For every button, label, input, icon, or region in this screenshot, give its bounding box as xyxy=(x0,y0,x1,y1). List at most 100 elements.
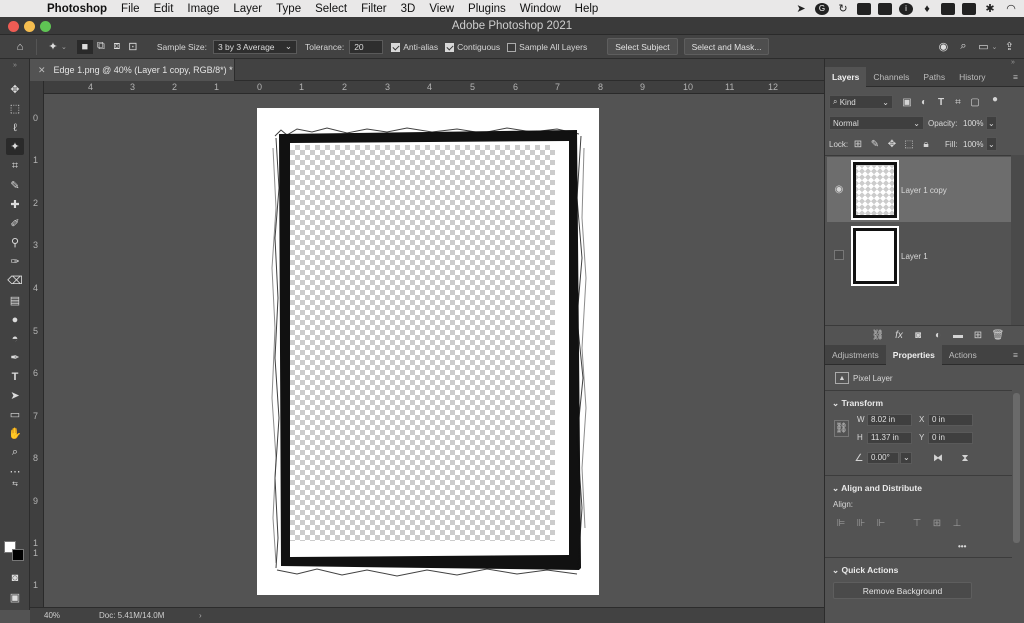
flip-horizontal-icon[interactable]: ⧓ xyxy=(931,452,945,464)
hand-tool-icon[interactable]: ✋ xyxy=(6,425,24,442)
fill-chevron-icon[interactable]: ⌄ xyxy=(986,137,997,151)
visibility-toggle[interactable] xyxy=(834,250,844,260)
gradient-tool-icon[interactable]: ▤ xyxy=(6,292,24,309)
menu-window[interactable]: Window xyxy=(513,3,568,15)
zoom-level[interactable]: 40% xyxy=(44,611,99,620)
remove-background-button[interactable]: Remove Background xyxy=(833,582,972,599)
chevron-right-icon[interactable]: › xyxy=(199,611,202,620)
menu-file[interactable]: File xyxy=(114,3,147,15)
layer-filter-kind[interactable]: ⌕ Kind ⌄ xyxy=(829,95,893,109)
close-tab-icon[interactable]: ✕ xyxy=(38,65,46,76)
new-layer-icon[interactable]: ⊞ xyxy=(972,329,984,341)
x-input[interactable]: 0 in xyxy=(928,414,973,426)
sample-size-select[interactable]: 3 by 3 Average ⌄ xyxy=(212,39,297,54)
panel-menu-icon[interactable]: ≡ xyxy=(1006,345,1024,365)
filter-shape-icon[interactable]: ⌗ xyxy=(952,96,964,108)
layer-name[interactable]: Layer 1 xyxy=(901,252,928,261)
crop-tool-icon[interactable]: ⌗ xyxy=(6,158,24,175)
select-and-mask-button[interactable]: Select and Mask... xyxy=(683,38,770,55)
height-input[interactable]: 11.37 in xyxy=(867,432,912,444)
tab-actions[interactable]: Actions xyxy=(942,345,984,365)
link-dimensions-icon[interactable]: ⛓︎ xyxy=(834,420,849,437)
share-upload-icon[interactable]: ⇪ xyxy=(1001,40,1017,54)
path-selection-tool-icon[interactable]: ➤ xyxy=(6,387,24,404)
sync-icon[interactable]: ↻ xyxy=(836,3,850,15)
menu-select[interactable]: Select xyxy=(308,3,354,15)
pen-tool-icon[interactable]: ✒ xyxy=(6,349,24,366)
properties-scrollbar[interactable] xyxy=(1013,393,1020,543)
align-left-icon[interactable]: ⊫ xyxy=(835,517,847,529)
angle-chevron-icon[interactable]: ⌄ xyxy=(900,452,912,464)
eye-visibility-icon[interactable]: ◉ xyxy=(833,183,845,195)
align-center-h-icon[interactable]: ⊪ xyxy=(855,517,867,529)
filter-smart-object-icon[interactable]: ▢ xyxy=(969,96,981,108)
chevron-down-icon[interactable]: ⌄ xyxy=(61,43,67,51)
width-input[interactable]: 8.02 in xyxy=(867,414,912,426)
clone-stamp-tool-icon[interactable]: ⚲ xyxy=(6,234,24,251)
add-mask-icon[interactable]: ◙ xyxy=(912,329,924,341)
delete-layer-icon[interactable]: 🗑︎ xyxy=(992,329,1005,341)
lock-image-icon[interactable]: ✎ xyxy=(869,138,881,150)
minimize-window-icon[interactable] xyxy=(24,21,35,32)
opacity-chevron-icon[interactable]: ⌄ xyxy=(986,116,997,130)
brush-tool-icon[interactable]: ✐ xyxy=(6,215,24,232)
share-icon[interactable]: ◉ xyxy=(935,40,951,54)
layer-row-selected[interactable]: ◉ Layer 1 copy xyxy=(827,157,1012,222)
document-tab[interactable]: ✕ Edge 1.png @ 40% (Layer 1 copy, RGB/8*… xyxy=(30,59,235,81)
filter-adjustment-icon[interactable]: ◐ xyxy=(918,96,930,108)
y-input[interactable]: 0 in xyxy=(928,432,973,444)
wifi-icon[interactable]: ◠ xyxy=(1004,3,1018,15)
quick-mask-icon[interactable]: ◙ xyxy=(6,569,24,586)
transform-section-title[interactable]: ⌄ Transform xyxy=(832,398,883,409)
menu-edit[interactable]: Edit xyxy=(147,3,181,15)
quick-actions-section-title[interactable]: ⌄ Quick Actions xyxy=(832,565,898,576)
tab-layers[interactable]: Layers xyxy=(825,67,867,87)
align-top-icon[interactable]: ⊤ xyxy=(911,517,923,529)
filter-type-icon[interactable]: T xyxy=(935,96,947,108)
subtract-selection-icon[interactable]: ⧈ xyxy=(109,40,125,54)
tab-channels[interactable]: Channels xyxy=(866,67,916,87)
tab-history[interactable]: History xyxy=(952,67,992,87)
tolerance-input[interactable]: 20 xyxy=(349,39,384,54)
lock-position-icon[interactable]: ✥ xyxy=(886,138,898,150)
eyedropper-tool-icon[interactable]: ✎ xyxy=(6,177,24,194)
drop-icon[interactable]: ♦ xyxy=(920,3,934,15)
tab-paths[interactable]: Paths xyxy=(916,67,952,87)
intersect-selection-icon[interactable]: ⊡ xyxy=(125,40,141,54)
menu-filter[interactable]: Filter xyxy=(354,3,394,15)
menu-view[interactable]: View xyxy=(422,3,461,15)
home-icon[interactable]: ⌂ xyxy=(12,40,28,54)
add-selection-icon[interactable]: ⧉ xyxy=(93,40,109,54)
panel-menu-icon[interactable]: ≡ xyxy=(1006,67,1024,87)
select-subject-button[interactable]: Select Subject xyxy=(607,38,678,55)
new-selection-icon[interactable]: ■ xyxy=(76,39,93,54)
healing-brush-tool-icon[interactable]: ✚ xyxy=(6,196,24,213)
layer-name[interactable]: Layer 1 copy xyxy=(901,186,947,195)
menu-layer[interactable]: Layer xyxy=(226,3,269,15)
contiguous-checkbox[interactable]: Contiguous xyxy=(445,42,500,52)
filter-pixel-icon[interactable]: ▣ xyxy=(901,96,913,108)
sample-all-layers-checkbox[interactable]: Sample All Layers xyxy=(507,42,587,52)
type-tool-icon[interactable]: T xyxy=(6,368,24,385)
dodge-tool-icon[interactable]: ◓ xyxy=(6,330,24,347)
shape-tool-icon[interactable]: ▭ xyxy=(6,406,24,423)
lock-all-icon[interactable]: 🔒︎ xyxy=(920,138,932,150)
background-color-swatch[interactable] xyxy=(12,549,24,561)
collapse-icon[interactable]: » xyxy=(6,60,24,70)
battery-icon[interactable] xyxy=(962,2,976,15)
eraser-tool-icon[interactable]: ⌫ xyxy=(6,272,24,289)
magic-wand-tool-icon[interactable]: ✦ xyxy=(6,138,24,155)
swap-colors-icon[interactable]: ⇆ xyxy=(6,479,24,489)
collapse-panels-icon[interactable]: » xyxy=(825,59,1024,67)
lock-artboard-icon[interactable]: ⬚ xyxy=(903,138,915,150)
blend-mode-select[interactable]: Normal ⌄ xyxy=(829,116,924,130)
layer-row[interactable]: Layer 1 xyxy=(827,223,1012,288)
menu-app-name[interactable]: Photoshop xyxy=(40,3,114,15)
display-icon[interactable] xyxy=(941,2,955,15)
align-middle-v-icon[interactable]: ⊞ xyxy=(931,517,943,529)
chevron-down-icon[interactable]: ⌄ xyxy=(991,43,997,51)
zoom-window-icon[interactable] xyxy=(40,21,51,32)
workspace-icon[interactable]: ▭ xyxy=(975,40,991,54)
more-options-icon[interactable]: ••• xyxy=(958,542,966,551)
lock-transparent-icon[interactable]: ⊞ xyxy=(852,138,864,150)
